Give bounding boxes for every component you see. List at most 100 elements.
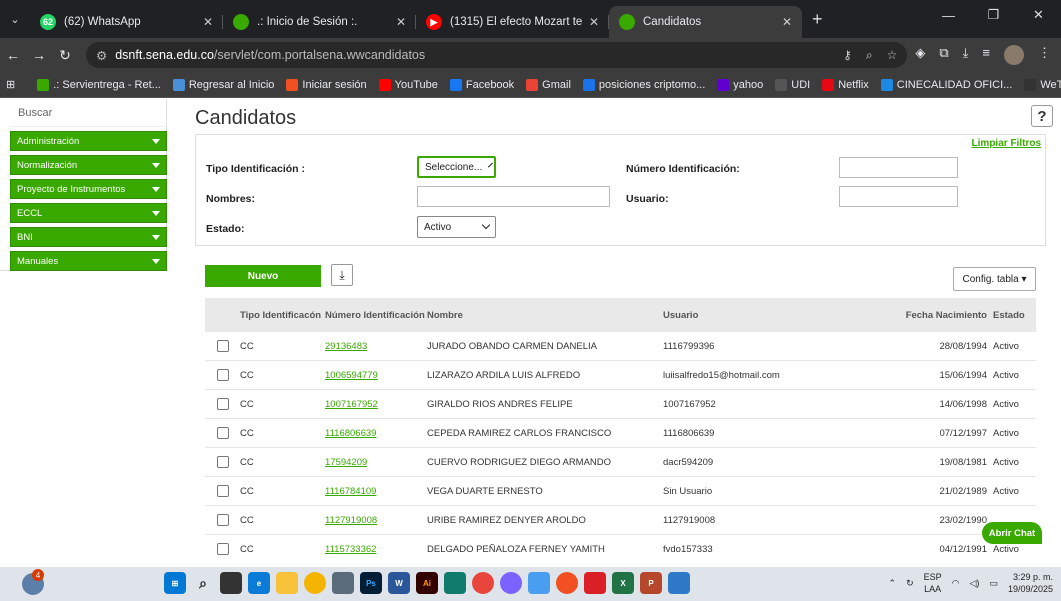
row-checkbox[interactable] (216, 369, 229, 381)
browser-tab[interactable]: .: Inicio de Sesión :. ✕ (223, 6, 416, 38)
close-tab-icon[interactable]: ✕ (782, 15, 792, 29)
bookmark-item[interactable]: UDI (775, 78, 810, 91)
table-row[interactable]: CC 1116806639 CEPEDA RAMIREZ CARLOS FRANCI… (205, 419, 1036, 448)
bookmark-item[interactable]: Gmail (526, 78, 571, 91)
chrome-alt-icon[interactable] (556, 572, 578, 594)
media-icon[interactable]: ≡ (982, 45, 990, 65)
cell-numero[interactable]: 1006594779 (325, 370, 427, 381)
browser-tab[interactable]: Candidatos ✕ (609, 6, 802, 38)
header-numero[interactable]: Número Identificación (325, 310, 427, 321)
excel-icon[interactable]: X (612, 572, 634, 594)
start-icon[interactable]: ⊞ (164, 572, 186, 594)
chrome-icon[interactable] (304, 572, 326, 594)
header-estado[interactable]: Estado (991, 310, 1036, 321)
volume-icon[interactable]: ◁) (970, 578, 980, 589)
back-icon[interactable]: ← (0, 47, 26, 63)
bookmark-item[interactable]: Facebook (449, 78, 514, 91)
cell-numero[interactable]: 17594209 (325, 457, 427, 468)
close-tab-icon[interactable]: ✕ (203, 15, 213, 29)
puzzle-icon[interactable]: ⧉ (939, 45, 948, 65)
download-icon[interactable]: ⤓ (963, 45, 969, 65)
store-icon[interactable] (444, 572, 466, 594)
app-icon[interactable] (528, 572, 550, 594)
cell-numero[interactable]: 1115733362 (325, 544, 427, 555)
sidebar-item[interactable]: Administración (10, 131, 167, 151)
abrir-chat-button[interactable]: Abrir Chat (982, 522, 1042, 544)
zoom-icon[interactable]: ⌕ (866, 48, 873, 63)
row-checkbox[interactable] (216, 340, 229, 352)
table-row[interactable]: CC 29136483 JURADO OBANDO CARMEN DANELIA 11… (205, 332, 1036, 361)
cell-numero[interactable]: 1007167952 (325, 399, 427, 410)
row-checkbox[interactable] (216, 456, 229, 468)
nombres-input[interactable] (417, 186, 610, 207)
battery-icon[interactable]: ▭ (989, 578, 998, 589)
file-explorer-icon[interactable] (276, 572, 298, 594)
row-checkbox[interactable] (216, 485, 229, 497)
sidebar-item[interactable]: ECCL (10, 203, 167, 223)
copilot-icon[interactable] (500, 572, 522, 594)
estado-select[interactable]: Activo (417, 216, 496, 238)
cell-numero[interactable]: 1116806639 (325, 428, 427, 439)
powerpoint-icon[interactable]: P (640, 572, 662, 594)
cell-numero[interactable]: 1127919008 (325, 515, 427, 526)
row-checkbox[interactable] (216, 427, 229, 439)
refresh-icon[interactable]: ↻ (906, 578, 914, 589)
header-fecha[interactable]: Fecha Nacimiento (813, 310, 991, 321)
illustrator-icon[interactable]: Ai (416, 572, 438, 594)
header-nombre[interactable]: Nombre (427, 310, 663, 321)
row-checkbox[interactable] (216, 398, 229, 410)
clear-filters-link[interactable]: Limpiar Filtros (972, 138, 1041, 149)
nuevo-button[interactable]: Nuevo (205, 265, 321, 287)
menu-icon[interactable]: ⋮ (1038, 45, 1051, 65)
chrome-profile-icon[interactable] (472, 572, 494, 594)
site-info-icon[interactable]: ⚙ (96, 48, 107, 63)
table-row[interactable]: CC 17594209 CUERVO RODRIGUEZ DIEGO ARMANDO… (205, 448, 1036, 477)
bookmark-item[interactable]: YouTube (378, 78, 438, 91)
sidebar-item[interactable]: Normalización (10, 155, 167, 175)
browser-tab[interactable]: 62 (62) WhatsApp ✕ (30, 6, 223, 38)
sidebar-item[interactable]: BNI (10, 227, 167, 247)
extension-icon[interactable]: ◈ (915, 45, 925, 65)
close-tab-icon[interactable]: ✕ (396, 15, 406, 29)
config-tabla-button[interactable]: Config. tabla ▾ (953, 267, 1036, 291)
bookmark-item[interactable]: posiciones criptomo... (582, 78, 705, 91)
header-usuario[interactable]: Usuario (663, 310, 813, 321)
chevron-up-icon[interactable]: ⌃ (889, 578, 897, 589)
cell-numero[interactable]: 1116784109 (325, 486, 427, 497)
wifi-icon[interactable]: ◠ (952, 578, 960, 589)
calculator-icon[interactable] (332, 572, 354, 594)
bookmark-item[interactable]: yahoo (717, 78, 763, 91)
language-indicator[interactable]: ESP LAA (924, 571, 942, 595)
minimize-icon[interactable]: — (926, 0, 971, 30)
close-tab-icon[interactable]: ✕ (589, 15, 599, 29)
close-window-icon[interactable]: ✕ (1016, 0, 1061, 30)
search-icon[interactable]: ⌕ (192, 572, 214, 594)
bookmark-item[interactable]: Regresar al Inicio (172, 78, 274, 91)
browser-tab[interactable]: ▶ (1315) El efecto Mozart te h ✕ (416, 6, 609, 38)
word-icon[interactable]: W (388, 572, 410, 594)
address-bar[interactable]: ⚙ dsnft.sena.edu.co /servlet/com.portals… (86, 42, 908, 68)
photos-icon[interactable] (668, 572, 690, 594)
clock[interactable]: 3:29 p. m. 19/09/2025 (1008, 571, 1053, 595)
profile-avatar[interactable] (1004, 45, 1024, 65)
bookmark-star-icon[interactable]: ☆ (887, 48, 898, 63)
task-view-icon[interactable] (220, 572, 242, 594)
sidebar-item[interactable]: Proyecto de Instrumentos (10, 179, 167, 199)
bookmark-item[interactable]: Netflix (822, 78, 869, 91)
bookmark-item[interactable]: CINECALIDAD OFICI... (880, 78, 1012, 91)
row-checkbox[interactable] (216, 543, 229, 555)
table-row[interactable]: CC 1006594779 LIZARAZO ARDILA LUIS ALFREDO… (205, 361, 1036, 390)
forward-icon[interactable]: → (26, 47, 52, 63)
new-tab-button[interactable]: + (812, 9, 823, 30)
sidebar-search[interactable]: Buscar (10, 99, 167, 127)
bookmark-item[interactable]: .: Servientrega - Ret... (37, 78, 161, 91)
bookmark-item[interactable]: Iniciar sesión (286, 78, 367, 91)
header-tipo[interactable]: Tipo Identificacón (240, 310, 325, 321)
download-export-icon[interactable]: ⤓ (331, 264, 353, 286)
edge-icon[interactable]: e (248, 572, 270, 594)
row-checkbox[interactable] (216, 514, 229, 526)
acrobat-icon[interactable] (584, 572, 606, 594)
bookmark-item[interactable]: WeTransfer (1024, 78, 1061, 91)
usuario-input[interactable] (839, 186, 958, 207)
table-row[interactable]: CC 1127919008 URIBE RAMIREZ DENYER AROLDO 1… (205, 506, 1036, 535)
